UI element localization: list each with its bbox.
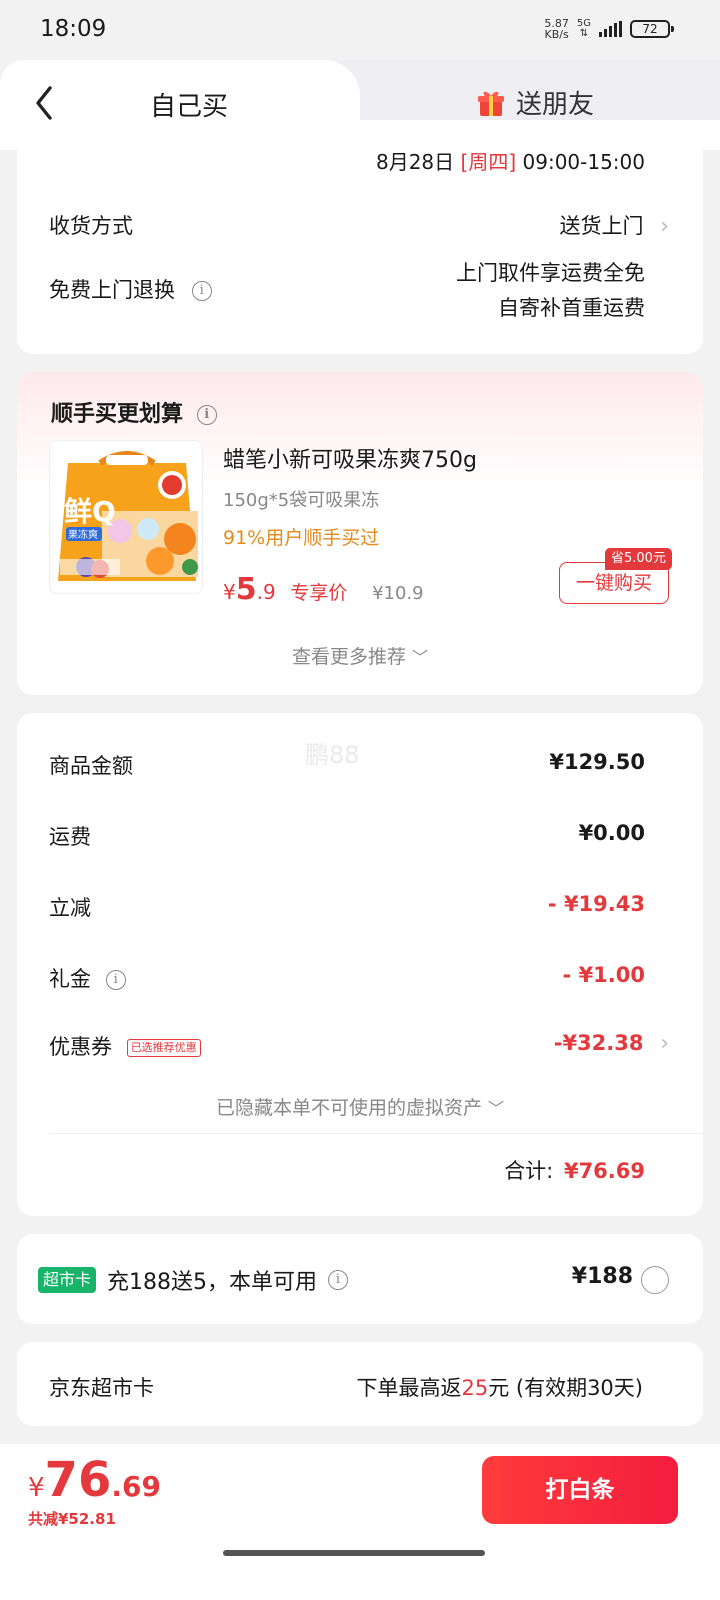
network-5g-icon: 5G ⇅ bbox=[577, 19, 591, 39]
discount-value: - ¥19.43 bbox=[547, 892, 645, 916]
product-thumbnail[interactable]: 鲜Q 果冻爽 bbox=[49, 440, 203, 594]
thumb-brand: 鲜Q bbox=[64, 495, 116, 528]
price-decimal: .9 bbox=[256, 580, 276, 604]
see-more-recommend[interactable]: 查看更多推荐 ﹀ bbox=[17, 642, 703, 669]
delivery-time[interactable]: 8月28日 [周四] 09:00-15:00 bbox=[376, 146, 645, 175]
discount-label: 立减 bbox=[49, 896, 91, 920]
chevron-down-icon: ﹀ bbox=[412, 648, 429, 667]
chevron-down-icon: ﹀ bbox=[488, 1099, 505, 1118]
supermarket-offer-text: 充188送5，本单可用 bbox=[107, 1270, 318, 1295]
free-return-line1: 上门取件享运费全免 bbox=[456, 261, 645, 285]
bottom-price-decimal: .69 bbox=[111, 1470, 161, 1503]
delivery-date: 8月28日 bbox=[375, 150, 455, 174]
delivery-method-value: 送货上门 bbox=[559, 214, 644, 238]
back-icon[interactable] bbox=[28, 82, 64, 124]
original-price: ¥10.9 bbox=[372, 583, 424, 604]
total-row: 合计: ¥76.69 bbox=[504, 1155, 645, 1185]
thumb-sub: 果冻爽 bbox=[68, 528, 98, 541]
supermarket-offer-radio[interactable] bbox=[641, 1266, 669, 1294]
info-icon[interactable]: i bbox=[196, 405, 217, 425]
product-title[interactable]: 蜡笔小新可吸果冻爽750g bbox=[223, 442, 477, 474]
delivery-method-selector[interactable]: 送货上门 › bbox=[560, 210, 670, 240]
delivery-weekday: [周四] bbox=[460, 150, 517, 174]
total-saved: 共减¥52.81 bbox=[28, 1510, 116, 1528]
info-icon[interactable]: i bbox=[105, 970, 126, 990]
save-badge: 省5.00元 bbox=[605, 548, 672, 570]
gift-money-row: 礼金 i bbox=[49, 963, 126, 993]
pay-baitiao-button[interactable]: 打白条 bbox=[482, 1456, 678, 1524]
chevron-right-icon: › bbox=[660, 214, 669, 239]
net-speed: 5.87 KB/s bbox=[544, 18, 569, 40]
see-more-label: 查看更多推荐 bbox=[291, 646, 406, 668]
goods-amount-value: ¥129.50 bbox=[549, 750, 645, 774]
supermarket-card-label: 京东超市卡 bbox=[49, 1376, 154, 1400]
watermark: 鹏88 bbox=[305, 741, 360, 769]
total-label: 合计: bbox=[504, 1159, 554, 1183]
checkout-bar: ¥76.69 共减¥52.81 打白条 bbox=[0, 1444, 720, 1600]
shipping-value: ¥0.00 bbox=[578, 821, 645, 845]
status-icons: 5.87 KB/s 5G ⇅ 72 bbox=[544, 18, 674, 40]
product-social-proof: 91%用户顺手买过 bbox=[223, 527, 380, 549]
supermarket-offer-row: 超市卡 充188送5，本单可用 i bbox=[38, 1264, 349, 1296]
divider bbox=[49, 1133, 703, 1134]
price-integer: 5 bbox=[235, 572, 257, 607]
tab-gift-label: 送朋友 bbox=[516, 90, 595, 120]
jelly-bag-image: 鲜Q 果冻爽 bbox=[50, 441, 202, 593]
cashback-amount: 25 bbox=[461, 1376, 489, 1400]
supermarket-card-info[interactable]: 京东超市卡 下单最高返25元 (有效期30天) bbox=[17, 1342, 703, 1426]
gift-icon bbox=[478, 91, 504, 116]
cashback-suffix: 元 (有效期30天) bbox=[488, 1376, 643, 1400]
coupon-selector[interactable]: -¥32.38 › bbox=[554, 1031, 669, 1056]
supermarket-card-tag: 超市卡 bbox=[38, 1267, 97, 1293]
free-return-label: 免费上门退换 bbox=[49, 278, 175, 302]
status-bar: 18:09 5.87 KB/s 5G ⇅ 72 bbox=[0, 0, 720, 60]
hidden-assets-label: 已隐藏本单不可使用的虚拟资产 bbox=[215, 1097, 482, 1119]
recommend-card: 顺手买更划算 i 鲜Q 果冻爽 蜡笔小新可吸果冻爽750g 150g*5袋可吸果… bbox=[17, 372, 703, 695]
cashback-prefix: 下单最高返 bbox=[356, 1376, 462, 1400]
hidden-assets-toggle[interactable]: 已隐藏本单不可使用的虚拟资产 ﹀ bbox=[17, 1093, 703, 1120]
info-icon[interactable]: i bbox=[191, 281, 212, 301]
status-time: 18:09 bbox=[40, 16, 107, 42]
bottom-price-integer: 76 bbox=[44, 1452, 112, 1508]
supermarket-offer-price: ¥188 bbox=[571, 1264, 633, 1289]
goods-amount-label: 商品金额 bbox=[49, 754, 133, 778]
supermarket-offer-card: 超市卡 充188送5，本单可用 i ¥188 bbox=[17, 1234, 703, 1324]
tab-gift-friend[interactable]: 送朋友 bbox=[478, 84, 594, 121]
free-return-line2: 自寄补首重运费 bbox=[498, 296, 645, 320]
home-indicator[interactable] bbox=[223, 1550, 485, 1556]
gift-money-label: 礼金 bbox=[49, 967, 91, 991]
tab-self-label: 自己买 bbox=[150, 92, 229, 122]
delivery-card: 8月28日 [周四] 09:00-15:00 收货方式 送货上门 › 免费上门退… bbox=[17, 130, 703, 354]
product-spec: 150g*5袋可吸果冻 bbox=[223, 490, 380, 511]
chevron-right-icon: › bbox=[660, 1031, 669, 1056]
net-speed-unit: KB/s bbox=[544, 28, 569, 41]
delivery-time-range: 09:00-15:00 bbox=[522, 150, 646, 174]
data-arrows-icon: ⇅ bbox=[579, 28, 589, 39]
bottom-currency: ¥ bbox=[28, 1473, 45, 1503]
price-currency: ¥ bbox=[223, 580, 236, 604]
total-value: ¥76.69 bbox=[563, 1159, 645, 1183]
gift-money-value: - ¥1.00 bbox=[562, 963, 645, 987]
recommend-title-row: 顺手买更划算 i bbox=[51, 396, 217, 428]
coupon-label: 优惠券 bbox=[49, 1035, 112, 1059]
exclusive-price-tag: 专享价 bbox=[290, 582, 348, 604]
product-price-row: ¥5.9 专享价 ¥10.9 bbox=[223, 572, 424, 607]
coupon-value: -¥32.38 bbox=[553, 1031, 644, 1055]
free-return-row: 免费上门退换 i bbox=[49, 274, 212, 304]
coupon-row[interactable]: 优惠券 已选推荐优惠 bbox=[49, 1031, 201, 1061]
recommend-section-title: 顺手买更划算 bbox=[51, 402, 184, 427]
delivery-method-label: 收货方式 bbox=[49, 214, 133, 238]
info-icon[interactable]: i bbox=[328, 1270, 349, 1290]
coupon-recommended-tag: 已选推荐优惠 bbox=[126, 1039, 201, 1057]
price-summary-card: 鹏88 商品金额 ¥129.50 运费 ¥0.00 立减 - ¥19.43 礼金… bbox=[17, 713, 703, 1216]
bottom-total-price: ¥76.69 bbox=[28, 1452, 161, 1508]
supermarket-card-desc: 下单最高返25元 (有效期30天) bbox=[356, 1372, 643, 1402]
signal-icon bbox=[599, 21, 622, 37]
shipping-label: 运费 bbox=[49, 825, 91, 849]
battery-icon: 72 bbox=[630, 20, 674, 38]
free-return-desc: 上门取件享运费全免 自寄补首重运费 bbox=[456, 256, 645, 326]
